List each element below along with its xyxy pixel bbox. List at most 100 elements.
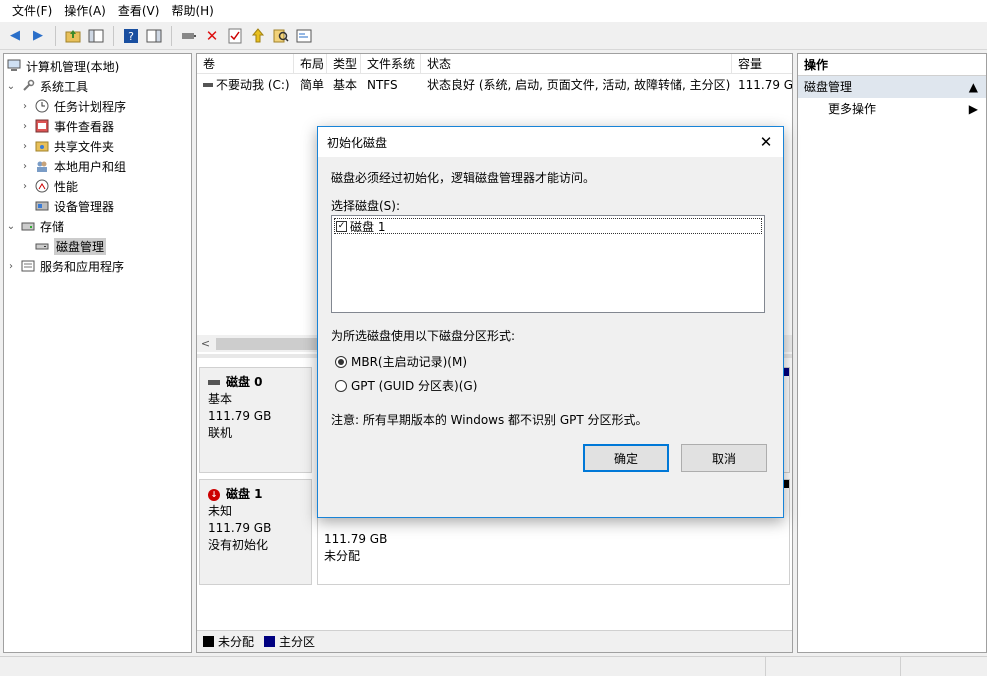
back-icon[interactable]: ◀ [5, 26, 25, 46]
status-panel [766, 657, 901, 676]
mbr-radio[interactable]: MBR(主启动记录)(M) [335, 353, 467, 370]
tree-storage[interactable]: ⌄ 存储 [4, 216, 191, 236]
disk-0-info[interactable]: 磁盘 0 基本 111.79 GB 联机 [199, 367, 312, 473]
properties-icon[interactable] [225, 26, 245, 46]
initialize-disk-dialog: 初始化磁盘 ✕ 磁盘必须经过初始化，逻辑磁盘管理器才能访问。 选择磁盘(S): … [317, 126, 784, 518]
forward-icon[interactable]: ▶ [28, 26, 48, 46]
search-icon[interactable] [271, 26, 291, 46]
actions-header: 操作 [798, 54, 986, 76]
menu-action[interactable]: 操作(A) [58, 0, 112, 22]
disk-0-label: 磁盘 0 [208, 374, 303, 391]
menu-file[interactable]: 文件(F) [6, 0, 58, 22]
help-icon[interactable]: ? [121, 26, 141, 46]
actions-pane: 操作 磁盘管理 ▲ 更多操作 ▶ [797, 53, 987, 653]
legend-primary-swatch [264, 636, 276, 647]
list-item[interactable]: ✓ 磁盘 1 [334, 218, 762, 234]
chevron-right-icon[interactable]: › [18, 141, 32, 152]
disk-error-icon: ↓ [208, 488, 220, 501]
tree-device-manager[interactable]: 设备管理器 [4, 196, 191, 216]
disk-0-size: 111.79 GB [208, 409, 272, 423]
radio-selected-icon[interactable] [335, 355, 347, 368]
radio-unselected-icon[interactable] [335, 379, 347, 392]
menu-bar: 文件(F) 操作(A) 查看(V) 帮助(H) [0, 0, 987, 22]
collapse-up-icon[interactable]: ▲ [969, 76, 978, 98]
disk-1-type: 未知 [208, 504, 233, 518]
disk-item-label: 磁盘 1 [350, 219, 386, 234]
services-icon [20, 258, 36, 274]
event-viewer-icon [34, 118, 50, 134]
dialog-message: 磁盘必须经过初始化，逻辑磁盘管理器才能访问。 [331, 171, 596, 185]
disk-1-label: ↓ 磁盘 1 [208, 486, 303, 503]
disk-1-size: 111.79 GB [208, 521, 272, 535]
status-panel [901, 657, 987, 676]
ok-button[interactable]: 确定 [583, 444, 669, 472]
tree-services[interactable]: › 服务和应用程序 [4, 256, 191, 276]
up-folder-icon[interactable] [63, 26, 83, 46]
tree-system-tools[interactable]: ⌄ 系统工具 [4, 76, 191, 96]
performance-icon [34, 178, 50, 194]
status-panel [0, 657, 766, 676]
chevron-right-icon[interactable]: › [18, 181, 32, 192]
tree-shared-folders[interactable]: › 共享文件夹 [4, 136, 191, 156]
users-icon [34, 158, 50, 174]
scroll-left-icon[interactable]: < [197, 337, 214, 350]
tree-root[interactable]: 计算机管理(本地) [4, 56, 191, 76]
legend-unallocated-swatch [203, 636, 214, 647]
dialog-titlebar[interactable]: 初始化磁盘 ✕ [318, 127, 783, 157]
col-filesystem[interactable]: 文件系统 [361, 54, 421, 74]
chevron-down-icon[interactable]: ⌄ [4, 221, 18, 232]
computer-icon [6, 58, 22, 74]
disk-list[interactable]: ✓ 磁盘 1 [331, 215, 765, 313]
chevron-right-icon[interactable]: › [18, 161, 32, 172]
col-volume[interactable]: 卷 [197, 54, 294, 74]
gpt-radio[interactable]: GPT (GUID 分区表)(G) [335, 377, 477, 394]
chevron-right-icon[interactable]: › [4, 261, 18, 272]
toolbar-separator [55, 25, 56, 46]
chevron-right-icon[interactable]: › [18, 101, 32, 112]
disk-0-type: 基本 [208, 392, 233, 406]
disk-0-status: 联机 [208, 426, 233, 440]
chevron-down-icon[interactable]: ⌄ [4, 81, 18, 92]
more-actions[interactable]: 更多操作 ▶ [798, 98, 986, 120]
tree-event-viewer[interactable]: › 事件查看器 [4, 116, 191, 136]
tree-task-scheduler[interactable]: › 任务计划程序 [4, 96, 191, 116]
show-hide-action-icon[interactable] [144, 26, 164, 46]
table-row[interactable]: 不要动我 (C:) 简单 基本 NTFS 状态良好 (系统, 启动, 页面文件,… [197, 75, 792, 95]
actions-section-disk-management[interactable]: 磁盘管理 ▲ [798, 76, 986, 98]
disk-icon [208, 380, 220, 385]
shared-folder-icon [34, 138, 50, 154]
device-manager-icon [34, 198, 50, 214]
chevron-right-icon: ▶ [968, 102, 978, 116]
tree-disk-management[interactable]: 磁盘管理 [4, 236, 191, 256]
dialog-title: 初始化磁盘 [327, 135, 388, 150]
drive-icon [203, 83, 213, 87]
connect-icon[interactable] [179, 26, 199, 46]
tree-local-users[interactable]: › 本地用户和组 [4, 156, 191, 176]
legend-unallocated: 未分配 [218, 635, 255, 649]
tools-icon [20, 78, 36, 94]
toolbar-separator [171, 25, 172, 46]
svg-text:?: ? [128, 30, 134, 43]
cancel-button[interactable]: 取消 [681, 444, 767, 472]
chevron-right-icon[interactable]: › [18, 121, 32, 132]
partition-style-label: 为所选磁盘使用以下磁盘分区形式: [331, 329, 516, 343]
col-type[interactable]: 类型 [327, 54, 361, 74]
col-layout[interactable]: 布局 [294, 54, 327, 74]
show-hide-tree-icon[interactable] [86, 26, 106, 46]
folder-up-icon[interactable] [248, 26, 268, 46]
toolbar: ◀ ▶ ? ✕ [0, 22, 987, 50]
close-icon[interactable]: ✕ [749, 127, 783, 157]
delete-icon[interactable]: ✕ [202, 26, 222, 46]
disk-1-info[interactable]: ↓ 磁盘 1 未知 111.79 GB 没有初始化 [199, 479, 312, 585]
menu-view[interactable]: 查看(V) [112, 0, 166, 22]
menu-help[interactable]: 帮助(H) [165, 0, 219, 22]
col-status[interactable]: 状态 [421, 54, 732, 74]
tree-performance[interactable]: › 性能 [4, 176, 191, 196]
col-capacity[interactable]: 容量 [732, 54, 792, 74]
disk-1-area-status: 未分配 [324, 549, 361, 563]
disk-1-status: 没有初始化 [208, 538, 269, 552]
disk-1-checkbox[interactable]: ✓ [336, 220, 347, 232]
settings-icon[interactable] [294, 26, 314, 46]
select-disk-label: 选择磁盘(S): [331, 199, 401, 213]
console-tree: 计算机管理(本地) ⌄ 系统工具 › 任务计划程序 › 事件查看器 › 共享文件… [3, 53, 192, 653]
